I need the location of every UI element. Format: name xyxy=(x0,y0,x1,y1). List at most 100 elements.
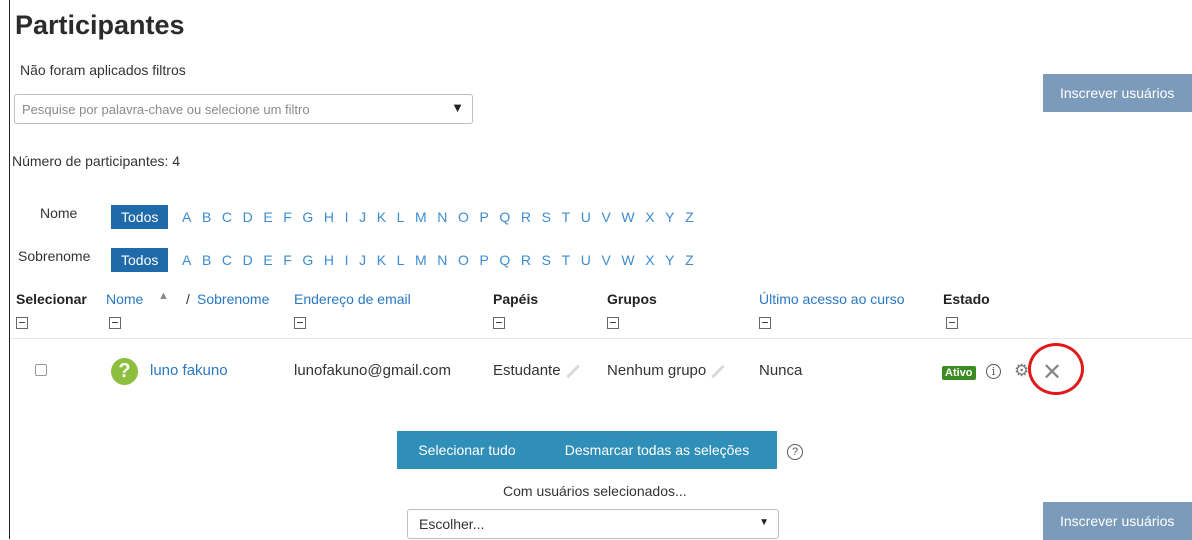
initial-letter-w[interactable]: W xyxy=(621,205,634,229)
initial-letter-n[interactable]: N xyxy=(437,205,447,229)
collapse-icon[interactable] xyxy=(946,317,958,329)
collapse-icon[interactable] xyxy=(16,317,28,329)
initial-letter-p[interactable]: P xyxy=(479,205,488,229)
initial-letter-l[interactable]: L xyxy=(397,248,405,272)
search-input[interactable] xyxy=(15,95,435,123)
initial-letter-j[interactable]: J xyxy=(359,205,366,229)
sort-asc-icon[interactable]: ▲ xyxy=(158,290,169,302)
initial-letter-b[interactable]: B xyxy=(202,248,211,272)
initial-letter-q[interactable]: Q xyxy=(499,205,510,229)
collapse-icon[interactable] xyxy=(607,317,619,329)
initial-letter-c[interactable]: C xyxy=(222,248,232,272)
initial-letter-d[interactable]: D xyxy=(243,205,253,229)
initial-letter-v[interactable]: V xyxy=(601,205,610,229)
initial-letter-f[interactable]: F xyxy=(283,248,292,272)
header-last-access[interactable]: Último acesso ao curso xyxy=(759,291,905,307)
first-name-label: Nome xyxy=(40,205,78,221)
user-group: Nenhum grupo xyxy=(607,362,726,379)
initial-letter-g[interactable]: G xyxy=(302,205,313,229)
collapse-icon[interactable] xyxy=(294,317,306,329)
status-badge: Ativo xyxy=(942,366,976,380)
initial-letter-z[interactable]: Z xyxy=(685,205,694,229)
initial-letter-w[interactable]: W xyxy=(621,248,634,272)
page-title: Participantes xyxy=(15,10,185,40)
info-icon[interactable]: i xyxy=(986,364,1001,379)
header-name[interactable]: Nome xyxy=(106,291,143,307)
search-filter[interactable]: ▼ xyxy=(14,94,473,124)
initial-letter-g[interactable]: G xyxy=(302,248,313,272)
user-name-link[interactable]: luno fakuno xyxy=(150,362,228,379)
initial-letter-u[interactable]: U xyxy=(581,205,591,229)
help-icon[interactable]: ? xyxy=(787,444,803,460)
initial-letter-t[interactable]: T xyxy=(562,248,571,272)
initial-letter-k[interactable]: K xyxy=(377,248,386,272)
collapse-icon[interactable] xyxy=(493,317,505,329)
first-name-all-button[interactable]: Todos xyxy=(111,205,169,229)
initial-letter-s[interactable]: S xyxy=(542,205,551,229)
bulk-action-select[interactable]: Escolher... ▼ xyxy=(407,509,779,539)
last-name-all-button[interactable]: Todos xyxy=(111,248,169,272)
user-role-label: Estudante xyxy=(493,362,561,379)
with-selected-label: Com usuários selecionados... xyxy=(503,483,687,499)
initial-letter-o[interactable]: O xyxy=(458,205,469,229)
header-select: Selecionar xyxy=(16,291,87,307)
initial-letter-d[interactable]: D xyxy=(243,248,253,272)
initial-letter-y[interactable]: Y xyxy=(665,248,674,272)
initial-letter-r[interactable]: R xyxy=(521,248,531,272)
header-email[interactable]: Endereço de email xyxy=(294,291,411,307)
annotation-circle xyxy=(1028,343,1084,395)
initial-letter-a[interactable]: A xyxy=(182,205,191,229)
initial-letter-q[interactable]: Q xyxy=(499,248,510,272)
initial-letter-c[interactable]: C xyxy=(222,205,232,229)
initial-letter-z[interactable]: Z xyxy=(685,248,694,272)
question-avatar-icon: ? xyxy=(111,358,138,385)
initial-letter-n[interactable]: N xyxy=(437,248,447,272)
initial-letter-o[interactable]: O xyxy=(458,248,469,272)
edit-pencil-icon[interactable] xyxy=(565,364,580,378)
initial-letter-h[interactable]: H xyxy=(324,248,334,272)
select-all-button[interactable]: Selecionar tudo xyxy=(397,431,537,469)
initial-letter-x[interactable]: X xyxy=(645,205,654,229)
initial-letter-k[interactable]: K xyxy=(377,205,386,229)
initial-letter-p[interactable]: P xyxy=(479,248,488,272)
initial-letter-u[interactable]: U xyxy=(581,248,591,272)
last-name-letters: ABCDEFGHIJKLMNOPQRSTUVWXYZ xyxy=(182,248,704,272)
header-surname[interactable]: Sobrenome xyxy=(197,291,269,307)
initial-letter-h[interactable]: H xyxy=(324,205,334,229)
enroll-users-button-bottom[interactable]: Inscrever usuários xyxy=(1043,502,1192,540)
header-roles: Papéis xyxy=(493,291,539,307)
enroll-users-button[interactable]: Inscrever usuários xyxy=(1043,74,1192,112)
collapse-icon[interactable] xyxy=(109,317,121,329)
initial-letter-f[interactable]: F xyxy=(283,205,292,229)
last-name-label: Sobrenome xyxy=(18,248,91,264)
initial-letter-b[interactable]: B xyxy=(202,205,211,229)
initial-letter-e[interactable]: E xyxy=(263,205,272,229)
edit-pencil-icon[interactable] xyxy=(711,364,725,378)
initial-letter-t[interactable]: T xyxy=(562,205,571,229)
user-last-access: Nunca xyxy=(759,362,803,379)
header-groups: Grupos xyxy=(607,291,657,307)
initial-letter-v[interactable]: V xyxy=(601,248,610,272)
row-select-checkbox[interactable] xyxy=(35,364,47,376)
dropdown-caret-icon[interactable]: ▼ xyxy=(451,100,464,115)
initial-letter-r[interactable]: R xyxy=(521,205,531,229)
initial-letter-s[interactable]: S xyxy=(542,248,551,272)
initial-letter-x[interactable]: X xyxy=(645,248,654,272)
initial-letter-e[interactable]: E xyxy=(263,248,272,272)
user-email: lunofakuno@gmail.com xyxy=(294,362,451,379)
initial-letter-m[interactable]: M xyxy=(415,248,427,272)
gear-icon[interactable]: ⚙ xyxy=(1014,361,1029,381)
user-group-label: Nenhum grupo xyxy=(607,362,707,379)
table-divider xyxy=(10,338,1192,339)
initial-letter-j[interactable]: J xyxy=(359,248,366,272)
initial-letter-m[interactable]: M xyxy=(415,205,427,229)
first-name-letters: ABCDEFGHIJKLMNOPQRSTUVWXYZ xyxy=(182,205,704,229)
dropdown-caret-icon[interactable]: ▼ xyxy=(759,517,769,528)
collapse-icon[interactable] xyxy=(759,317,771,329)
initial-letter-a[interactable]: A xyxy=(182,248,191,272)
initial-letter-y[interactable]: Y xyxy=(665,205,674,229)
initial-letter-l[interactable]: L xyxy=(397,205,405,229)
deselect-all-button[interactable]: Desmarcar todas as seleções xyxy=(537,431,777,469)
initial-letter-i[interactable]: I xyxy=(345,248,349,272)
initial-letter-i[interactable]: I xyxy=(345,205,349,229)
